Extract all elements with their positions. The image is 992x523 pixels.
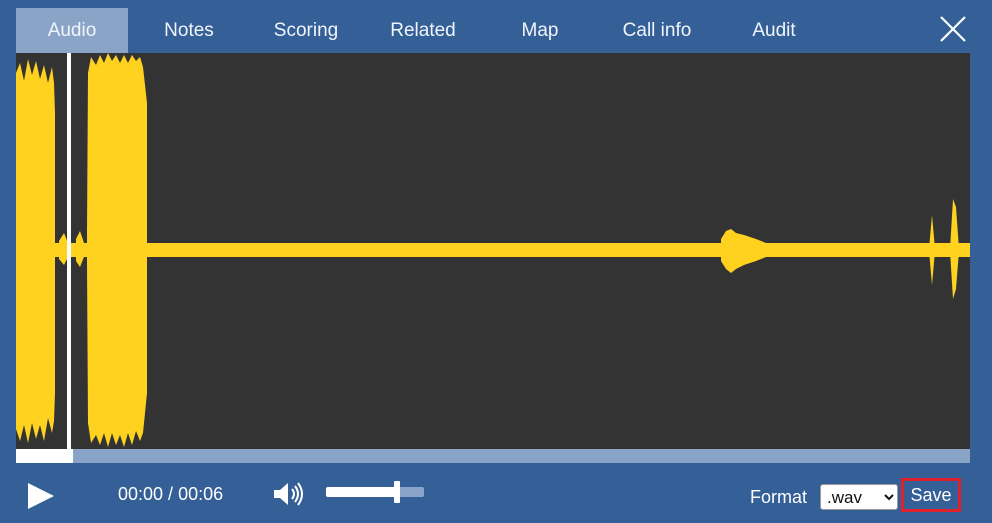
format-select[interactable]: .wav bbox=[820, 484, 898, 510]
tab-audio[interactable]: Audio bbox=[16, 8, 128, 53]
volume-thumb[interactable] bbox=[393, 481, 400, 503]
duration: 00:06 bbox=[178, 484, 224, 504]
tab-notes[interactable]: Notes bbox=[133, 8, 245, 53]
time-display: 00:00 / 00:06 bbox=[118, 484, 223, 505]
waveform-burst-2 bbox=[87, 53, 147, 447]
progress-fill bbox=[16, 449, 74, 463]
waveform-burst-5 bbox=[950, 199, 959, 299]
waveform-panel[interactable] bbox=[16, 53, 970, 449]
tab-related[interactable]: Related bbox=[367, 8, 479, 53]
waveform-burst-1 bbox=[16, 59, 55, 443]
save-button[interactable]: Save bbox=[901, 478, 961, 512]
volume-slider[interactable] bbox=[326, 481, 424, 503]
playhead-line bbox=[67, 53, 71, 449]
volume-fill bbox=[326, 487, 397, 497]
waveform-burst-3 bbox=[721, 229, 766, 273]
waveform-baseline bbox=[16, 243, 970, 257]
player-controls: 00:00 / 00:06 Format .wav Save bbox=[0, 463, 992, 523]
tab-scoring[interactable]: Scoring bbox=[250, 8, 362, 53]
current-time: 00:00 bbox=[118, 484, 164, 504]
waveform-graphic bbox=[16, 53, 970, 449]
close-icon[interactable] bbox=[938, 14, 968, 44]
speaker-icon[interactable] bbox=[272, 480, 306, 508]
format-label: Format bbox=[750, 487, 808, 507]
play-icon[interactable] bbox=[26, 481, 56, 511]
time-separator: / bbox=[163, 484, 179, 504]
tab-map[interactable]: Map bbox=[484, 8, 596, 53]
tab-audit[interactable]: Audit bbox=[718, 8, 830, 53]
progress-bar[interactable] bbox=[16, 449, 970, 463]
tab-call-info[interactable]: Call info bbox=[601, 8, 713, 53]
